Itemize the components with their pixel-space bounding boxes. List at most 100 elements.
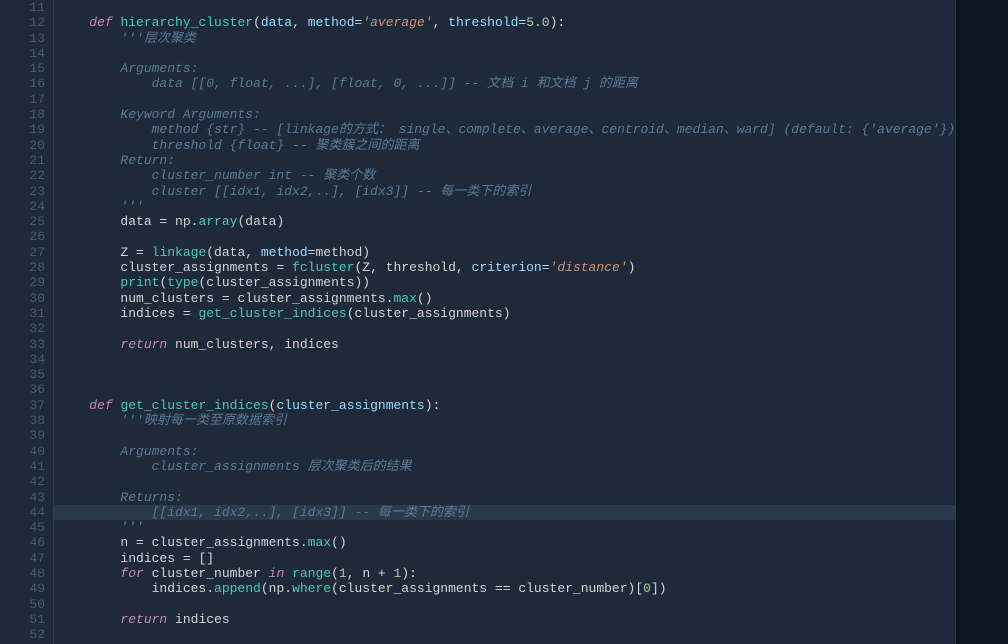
code-token: num_clusters, indices (167, 337, 339, 352)
code-token: , n + (347, 566, 394, 581)
code-line[interactable]: Arguments: (54, 61, 955, 76)
line-number: 41 (18, 459, 45, 474)
code-line[interactable] (54, 627, 955, 642)
code-token (58, 612, 120, 627)
code-token: cluster_assignments (276, 398, 424, 413)
code-line[interactable]: n = cluster_assignments.max() (54, 535, 955, 550)
code-token: indices (58, 551, 183, 566)
code-line[interactable]: num_clusters = cluster_assignments.max() (54, 291, 955, 306)
code-token: ) (628, 260, 636, 275)
code-token: [] (191, 551, 214, 566)
code-token: cluster_number)[ (511, 581, 644, 596)
code-line[interactable]: cluster_assignments = fcluster(Z, thresh… (54, 260, 955, 275)
code-line[interactable]: ''' (54, 199, 955, 214)
line-number: 17 (18, 92, 45, 107)
code-line[interactable]: return num_clusters, indices (54, 337, 955, 352)
code-line[interactable]: data = np.array(data) (54, 214, 955, 229)
code-line[interactable]: method {str} -- [linkage的方式： single、comp… (54, 122, 955, 137)
code-token: n (58, 535, 136, 550)
line-number: 28 (18, 260, 45, 275)
line-number: 34 (18, 352, 45, 367)
line-number: 26 (18, 229, 45, 244)
line-number: 38 (18, 413, 45, 428)
code-line[interactable]: [[idx1, idx2,..], [idx3]] -- 每一类下的索引 (54, 505, 955, 520)
code-line[interactable]: Return: (54, 153, 955, 168)
code-token: criterion (472, 260, 542, 275)
code-line[interactable]: def get_cluster_indices(cluster_assignme… (54, 398, 955, 413)
line-number: 47 (18, 551, 45, 566)
code-token: return (120, 612, 167, 627)
line-number: 33 (18, 337, 45, 352)
code-line[interactable] (54, 321, 955, 336)
code-token: max (308, 535, 331, 550)
code-line[interactable]: print(type(cluster_assignments)) (54, 275, 955, 290)
code-token: indices. (58, 581, 214, 596)
code-line[interactable]: indices.append(np.where(cluster_assignme… (54, 581, 955, 596)
code-line[interactable]: '''映射每一类至原数据索引 (54, 413, 955, 428)
code-token (58, 275, 120, 290)
code-line[interactable]: ''' (54, 520, 955, 535)
line-number: 21 (18, 153, 45, 168)
code-token (58, 337, 120, 352)
code-line[interactable] (54, 92, 955, 107)
code-token: ''' (58, 199, 144, 214)
code-line[interactable] (54, 597, 955, 612)
code-line[interactable] (54, 352, 955, 367)
code-line[interactable]: indices = [] (54, 551, 955, 566)
line-number: 14 (18, 46, 45, 61)
code-token: print (120, 275, 159, 290)
code-line[interactable]: threshold {float} -- 聚类簇之间的距离 (54, 138, 955, 153)
code-token: ( (331, 566, 339, 581)
code-token: Arguments: (58, 444, 198, 459)
line-number: 36 (18, 382, 45, 397)
code-line[interactable]: Keyword Arguments: (54, 107, 955, 122)
line-number: 19 (18, 122, 45, 137)
code-line[interactable]: for cluster_number in range(1, n + 1): (54, 566, 955, 581)
code-token: get_cluster_indices (198, 306, 346, 321)
code-token: where (292, 581, 331, 596)
code-line[interactable]: cluster [[idx1, idx2,..], [idx3]] -- 每一类… (54, 184, 955, 199)
code-token: (cluster_assignments (331, 581, 495, 596)
code-token: threshold (448, 15, 518, 30)
code-token: num_clusters (58, 291, 222, 306)
code-token: linkage (152, 245, 207, 260)
code-line[interactable] (54, 46, 955, 61)
code-token: [[idx1, idx2,..], [idx3]] -- 每一类下的索引 (58, 505, 469, 520)
code-line[interactable] (54, 367, 955, 382)
code-line[interactable] (54, 0, 955, 15)
code-line[interactable] (54, 474, 955, 489)
code-line[interactable] (54, 229, 955, 244)
code-line[interactable]: cluster_number int -- 聚类个数 (54, 168, 955, 183)
code-line[interactable]: data [[0, float, ...], [float, 0, ...]] … (54, 76, 955, 91)
code-line[interactable]: '''层次聚类 (54, 31, 955, 46)
code-line[interactable]: def hierarchy_cluster(data, method='aver… (54, 15, 955, 30)
code-line[interactable]: return indices (54, 612, 955, 627)
code-token: = (222, 291, 230, 306)
code-line[interactable]: Z = linkage(data, method=method) (54, 245, 955, 260)
code-token: Z (58, 245, 136, 260)
code-area[interactable]: def hierarchy_cluster(data, method='aver… (54, 0, 955, 644)
code-token: 'distance' (550, 260, 628, 275)
code-token (284, 260, 292, 275)
code-token: (np. (261, 581, 292, 596)
code-line[interactable]: indices = get_cluster_indices(cluster_as… (54, 306, 955, 321)
line-number: 35 (18, 367, 45, 382)
code-token: for (120, 566, 143, 581)
line-number: 23 (18, 184, 45, 199)
editor-container: 1112131415161718192021222324252627282930… (0, 0, 1008, 644)
code-token: np. (167, 214, 198, 229)
code-token (58, 398, 89, 413)
code-line[interactable] (54, 428, 955, 443)
line-number: 18 (18, 107, 45, 122)
code-token: threshold {float} -- 聚类簇之间的距离 (58, 138, 419, 153)
code-line[interactable] (54, 382, 955, 397)
line-number: 31 (18, 306, 45, 321)
code-line[interactable]: cluster_assignments 层次聚类后的结果 (54, 459, 955, 474)
code-token: () (331, 535, 347, 550)
line-number: 46 (18, 535, 45, 550)
code-token: return (120, 337, 167, 352)
code-token: data (261, 15, 292, 30)
code-line[interactable]: Returns: (54, 490, 955, 505)
code-token: cluster_number int -- 聚类个数 (58, 168, 375, 183)
code-line[interactable]: Arguments: (54, 444, 955, 459)
